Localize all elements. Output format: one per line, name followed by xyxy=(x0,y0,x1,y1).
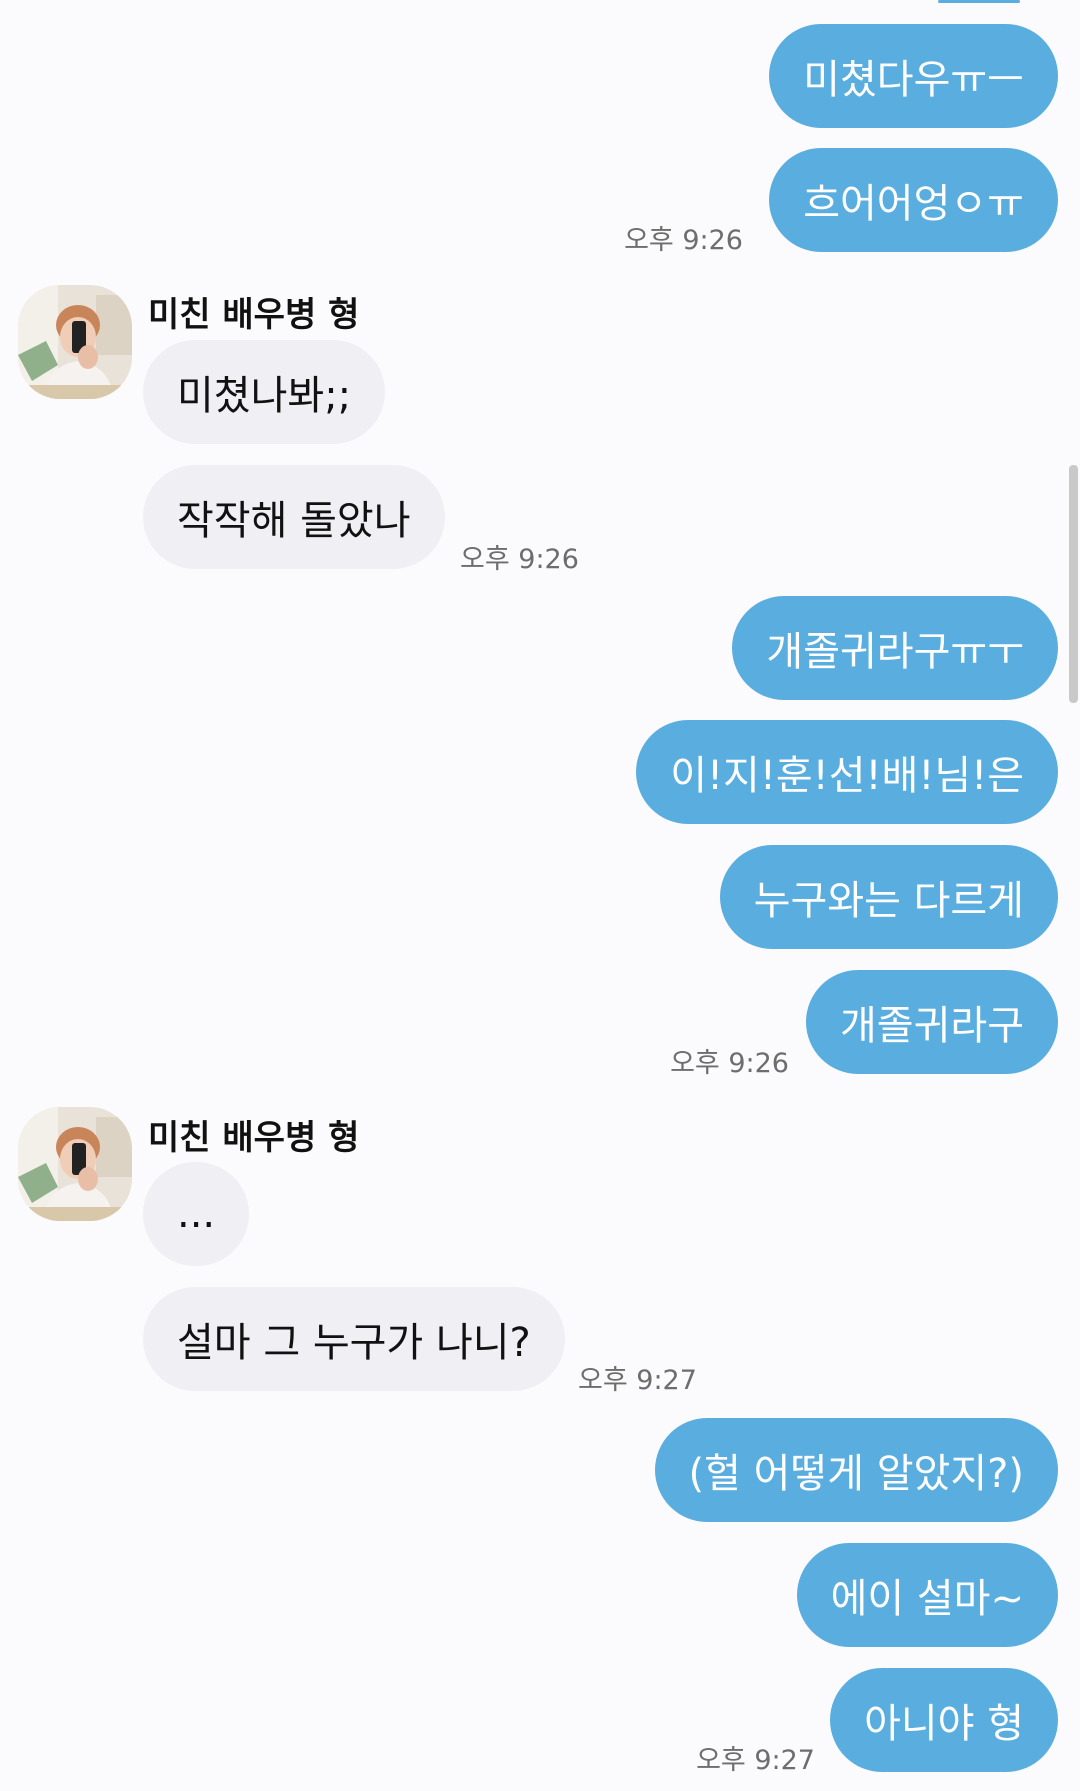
message-timestamp: 오후 9:26 xyxy=(624,225,743,256)
sender-name: 미친 배우병 형 xyxy=(148,1118,360,1158)
received-message-bubble[interactable]: 미쳤나봐;; xyxy=(143,340,386,444)
sent-message-bubble[interactable]: 에이 설마~ xyxy=(796,1543,1058,1647)
sent-message-bubble[interactable]: 누구와는 다르게 xyxy=(719,845,1058,949)
sent-message-bubble[interactable]: 개졸귀라구 xyxy=(806,970,1058,1074)
received-message-bubble[interactable]: 설마 그 누구가 나니? xyxy=(143,1287,565,1391)
message-timestamp: 오후 9:26 xyxy=(670,1048,789,1079)
previous-bubble-edge xyxy=(938,0,1020,3)
sent-message-bubble[interactable]: 미쳤다우ㅠㅡ xyxy=(769,24,1058,128)
contact-avatar[interactable] xyxy=(18,285,132,399)
sent-message-bubble[interactable]: 아니야 형 xyxy=(830,1668,1058,1772)
avatar-photo xyxy=(18,285,132,399)
message-timestamp: 오후 9:27 xyxy=(696,1745,815,1776)
contact-avatar[interactable] xyxy=(18,1107,132,1221)
message-timestamp: 오후 9:27 xyxy=(578,1365,697,1396)
received-message-bubble[interactable]: 작작해 돌았나 xyxy=(143,465,445,569)
sent-message-bubble[interactable]: 이!지!훈!선!배!님!은 xyxy=(636,720,1058,824)
avatar-photo xyxy=(18,1107,132,1221)
message-timestamp: 오후 9:26 xyxy=(460,544,579,575)
sent-message-bubble[interactable]: (헐 어떻게 알았지?) xyxy=(654,1418,1058,1522)
received-message-bubble[interactable]: ... xyxy=(143,1162,250,1266)
sent-message-bubble[interactable]: 흐어어엉ㅇㅠ xyxy=(769,148,1058,252)
sender-name: 미친 배우병 형 xyxy=(148,295,360,335)
sent-message-bubble[interactable]: 개졸귀라구ㅠㅜ xyxy=(732,596,1058,700)
scrollbar[interactable] xyxy=(1069,465,1078,703)
